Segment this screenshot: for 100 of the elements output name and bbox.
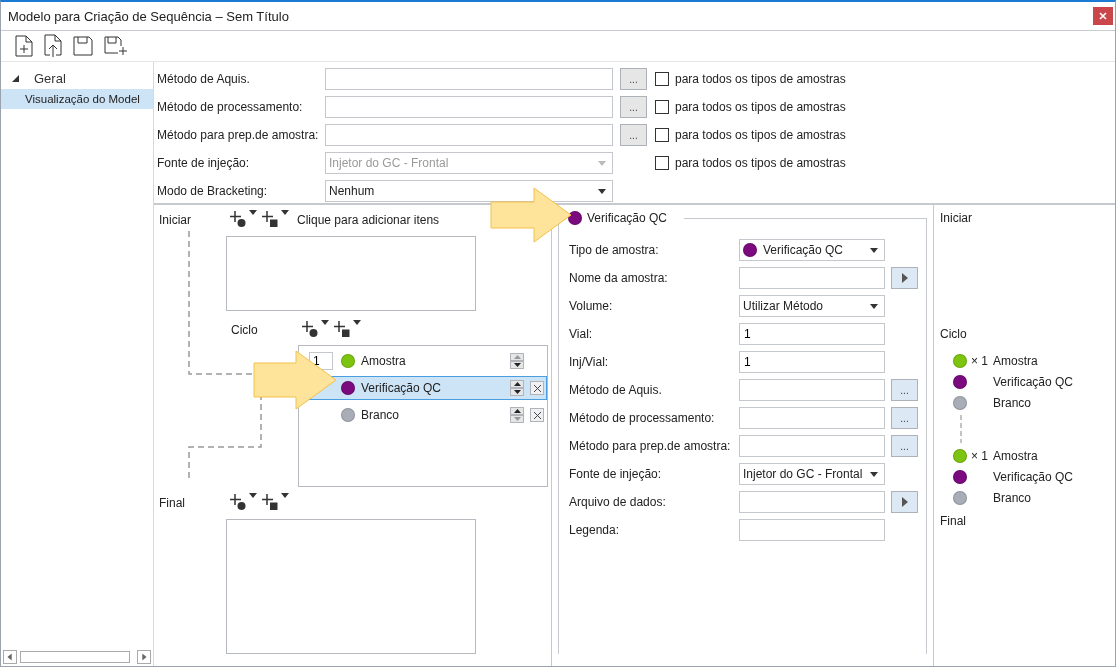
input-field[interactable] — [739, 519, 885, 541]
item-name: Amostra — [361, 354, 407, 368]
field-label: Inj/Vial: — [569, 355, 610, 369]
group-title: Verificação QC — [587, 211, 668, 225]
caret-icon — [870, 471, 878, 477]
tree-item[interactable]: Geral — [1, 67, 153, 89]
play-button[interactable] — [891, 491, 918, 513]
down-triangle-icon — [513, 417, 521, 421]
section-label: Iniciar — [940, 211, 972, 225]
plus-square-icon — [261, 493, 279, 511]
input-field[interactable] — [739, 435, 885, 457]
plus-circle-icon — [301, 320, 319, 338]
field-label: Método de processamento: — [569, 411, 716, 425]
field-label: Modo de Bracketing: — [157, 184, 269, 198]
dropdown-field[interactable]: Utilizar Método — [739, 295, 885, 317]
input-field[interactable] — [739, 379, 885, 401]
field-label: Vial: — [569, 327, 594, 341]
browse-button[interactable]: ... — [891, 435, 918, 457]
browse-button[interactable]: ... — [891, 379, 918, 401]
browse-button[interactable]: ... — [620, 124, 647, 146]
field-label: Volume: — [569, 299, 614, 313]
plus-square-icon — [261, 210, 279, 228]
caret-icon — [870, 303, 878, 309]
remove-button[interactable] — [530, 381, 544, 395]
item-name: Branco — [993, 490, 1032, 505]
move-down-button[interactable] — [510, 388, 524, 396]
save-icon[interactable] — [73, 36, 93, 56]
expander-icon[interactable] — [11, 73, 20, 83]
input-field[interactable] — [739, 407, 885, 429]
field-label: Tipo de amostra: — [569, 243, 660, 257]
item-name: Branco — [361, 408, 401, 422]
input-field[interactable]: 1 — [739, 323, 885, 345]
field-label: Método de Aquis. — [569, 383, 663, 397]
field-label: Fonte de injeção: — [157, 156, 251, 170]
input-field[interactable]: 1 — [739, 351, 885, 373]
horizontal-scrollbar[interactable] — [3, 650, 151, 664]
section-label: Final — [159, 496, 186, 510]
item-name: Amostra — [993, 448, 1038, 463]
checkbox-square[interactable] — [655, 128, 669, 142]
scroll-left-icon[interactable] — [3, 650, 17, 664]
section-label: Ciclo — [231, 323, 259, 337]
input-field[interactable] — [739, 491, 885, 513]
caret-icon — [281, 210, 289, 215]
field-label: Nome da amostra: — [569, 271, 669, 285]
caret-icon — [281, 493, 289, 498]
down-triangle-icon — [513, 363, 521, 367]
dropdown-field[interactable]: Injetor do GC - Frontal — [739, 463, 885, 485]
cross-icon — [532, 383, 542, 393]
browse-button[interactable]: ... — [620, 68, 647, 90]
item-name: Amostra — [993, 353, 1038, 368]
input-field[interactable] — [325, 124, 613, 146]
field-label: Fonte de injeção: — [569, 467, 663, 481]
caret-icon — [249, 493, 257, 498]
cross-icon — [532, 410, 542, 420]
play-button[interactable] — [891, 267, 918, 289]
section-label: Ciclo — [940, 327, 967, 341]
item-name: Branco — [993, 395, 1032, 410]
window-title: Modelo para Criação de Sequência – Sem Título — [8, 8, 289, 24]
caret-icon — [249, 210, 257, 215]
caret-icon — [870, 247, 878, 253]
browse-button[interactable]: ... — [891, 407, 918, 429]
item-name: Verificação QC — [993, 469, 1074, 484]
cycle-item-row[interactable]: Branco — [299, 403, 547, 427]
up-triangle-icon — [513, 355, 521, 359]
caret-icon — [353, 320, 361, 325]
field-label: Legenda: — [569, 523, 621, 537]
checkbox-square[interactable] — [655, 100, 669, 114]
up-triangle-icon — [513, 409, 521, 413]
scrollbar-thumb[interactable] — [20, 651, 130, 663]
new-document-icon[interactable] — [15, 35, 33, 57]
input-field[interactable] — [325, 68, 613, 90]
item-name: Verificação QC — [993, 374, 1074, 389]
input-field[interactable] — [325, 96, 613, 118]
save-as-icon[interactable] — [104, 36, 128, 56]
field-label: Método de processamento: — [157, 100, 304, 114]
checkbox-square[interactable] — [655, 72, 669, 86]
hint-text: Clique para adicionar itens — [297, 213, 440, 227]
upload-document-icon[interactable] — [44, 34, 62, 58]
start-items-box[interactable] — [226, 236, 476, 311]
remove-button[interactable] — [530, 408, 544, 422]
caret-icon — [598, 188, 606, 194]
move-down-button[interactable] — [510, 361, 524, 369]
up-triangle-icon — [513, 382, 521, 386]
tree-item[interactable]: Visualização do Model — [1, 89, 153, 109]
plus-circle-icon — [229, 210, 247, 228]
plus-circle-icon — [229, 493, 247, 511]
dropdown-field[interactable]: Verificação QC — [739, 239, 885, 261]
repeat-count: × 1 — [971, 353, 988, 368]
caret-icon — [321, 320, 329, 325]
browse-button[interactable]: ... — [620, 96, 647, 118]
field-label: Método de Aquis. — [157, 72, 251, 86]
input-field[interactable] — [739, 267, 885, 289]
item-name: Verificação QC — [361, 381, 443, 395]
dashed-line — [960, 415, 962, 443]
close-button[interactable] — [1093, 7, 1113, 25]
field-label: Arquivo de dados: — [569, 495, 667, 509]
field-label: Método para prep.de amostra: — [157, 128, 320, 142]
close-icon — [1099, 12, 1107, 20]
scroll-right-icon[interactable] — [137, 650, 151, 664]
field-label: Método para prep.de amostra: — [569, 439, 732, 453]
